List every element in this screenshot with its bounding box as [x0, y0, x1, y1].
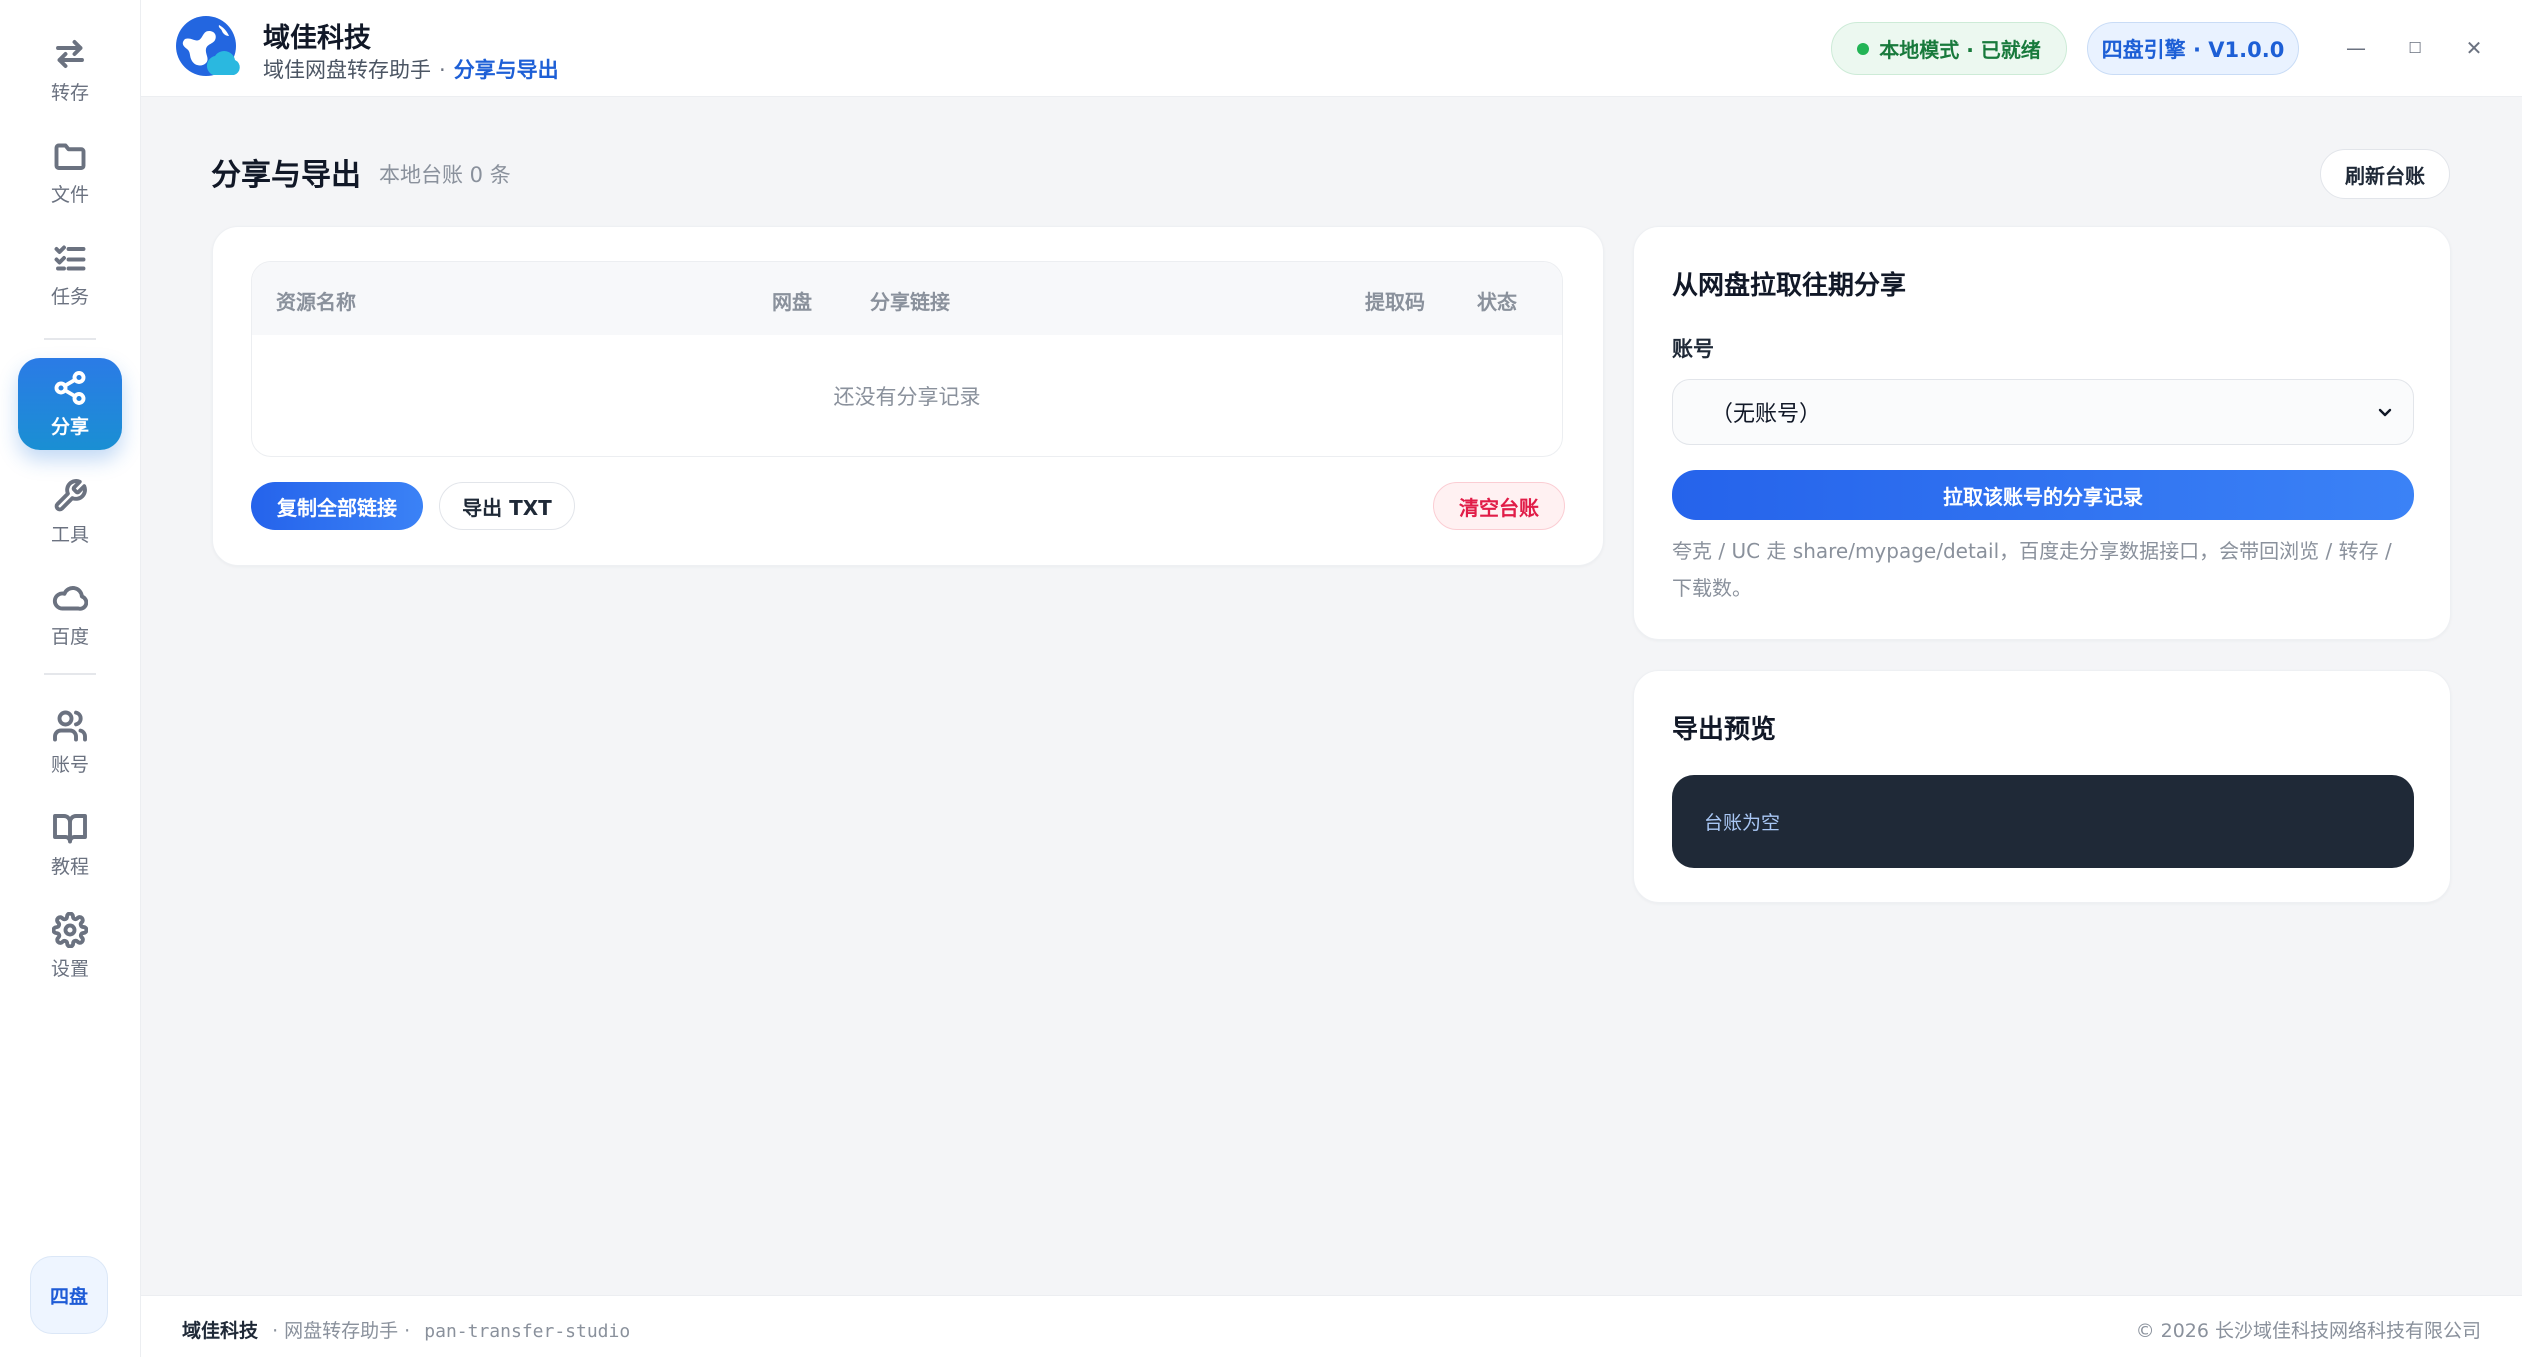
export-preview-card: 导出预览 台账为空	[1633, 670, 2451, 903]
column-header-extract-code[interactable]: 提取码	[1365, 286, 1425, 315]
sidebar-divider	[44, 673, 96, 675]
sidebar-item-tasks[interactable]: 任务	[18, 228, 122, 320]
page-title: 分享与导出	[211, 158, 361, 193]
close-button[interactable]: ✕	[2452, 26, 2496, 70]
sidebar-divider	[44, 338, 96, 340]
clear-ledger-button[interactable]: 清空台账	[1433, 482, 1565, 530]
breadcrumb: 域佳网盘转存助手 · 分享与导出	[263, 54, 559, 84]
breadcrumb-separator: ·	[439, 58, 446, 82]
globe-cloud-logo-icon	[176, 16, 240, 76]
wrench-icon	[54, 478, 87, 511]
cloud-icon	[52, 585, 88, 611]
users-icon	[53, 710, 87, 741]
sidebar-item-label: 百度	[50, 625, 89, 648]
sidebar: 转存 文件 任务 分享 工具 百度 账号 教程 设置 四盘	[0, 0, 141, 1357]
footer-info: 域佳科技 · 网盘转存助手 · pan-transfer-studio	[182, 1316, 630, 1343]
share-icon	[54, 370, 86, 405]
status-dot-icon	[1857, 42, 1870, 55]
sidebar-item-baidu[interactable]: 百度	[18, 568, 122, 660]
export-preview-box: 台账为空	[1672, 775, 2414, 868]
sidebar-item-label: 任务	[50, 285, 89, 308]
transfer-icon	[56, 39, 84, 68]
footer-code: pan-transfer-studio	[424, 1321, 631, 1342]
breadcrumb-current: 分享与导出	[453, 58, 559, 82]
sidebar-item-accounts[interactable]: 账号	[18, 696, 122, 788]
export-preview-content: 台账为空	[1704, 812, 1781, 834]
sidebar-item-tools[interactable]: 工具	[18, 466, 122, 558]
minimize-button[interactable]: —	[2334, 26, 2378, 70]
gear-icon	[52, 911, 88, 948]
table-empty-state: 还没有分享记录	[833, 385, 981, 409]
sidebar-item-share[interactable]: 分享	[18, 358, 122, 450]
sidebar-item-label: 设置	[50, 957, 89, 980]
table-header: 资源名称 网盘 分享链接 提取码 状态	[252, 262, 1562, 335]
footer-brand: 域佳科技	[182, 1320, 259, 1342]
chevron-down-icon	[2378, 408, 2392, 417]
ledger-table: 资源名称 网盘 分享链接 提取码 状态 还没有分享记录	[251, 261, 1563, 457]
export-preview-title: 导出预览	[1672, 715, 1777, 745]
book-icon	[53, 813, 87, 843]
engine-chip[interactable]: 四盘	[30, 1256, 108, 1334]
page-subtitle: 本地台账 0 条	[379, 163, 511, 187]
account-select[interactable]: （无账号）	[1672, 379, 2414, 445]
sidebar-item-transfer[interactable]: 转存	[18, 24, 122, 116]
pull-shares-title: 从网盘拉取往期分享	[1672, 271, 1907, 301]
sidebar-item-label: 账号	[50, 753, 89, 776]
pull-shares-hint: 夸克 / UC 走 share/mypage/detail，百度走分享数据接口，…	[1672, 539, 2392, 600]
sidebar-item-label: 转存	[50, 81, 89, 104]
status-badge: 本地模式 · 已就绪	[1831, 22, 2067, 75]
export-txt-button[interactable]: 导出 TXT	[439, 482, 575, 530]
status-text: 本地模式 · 已就绪	[1879, 38, 2041, 62]
footer: 域佳科技 · 网盘转存助手 · pan-transfer-studio © 20…	[141, 1295, 2522, 1357]
app-window: 转存 文件 任务 分享 工具 百度 账号 教程 设置 四盘 域佳科技 域佳网盘转…	[0, 0, 2522, 1357]
account-select-value: （无账号）	[1711, 402, 1822, 427]
task-list-icon	[54, 245, 86, 270]
sidebar-item-label: 教程	[50, 855, 89, 878]
refresh-ledger-button[interactable]: 刷新台账	[2320, 149, 2450, 199]
breadcrumb-root[interactable]: 域佳网盘转存助手	[263, 58, 431, 82]
column-header-share-link[interactable]: 分享链接	[870, 286, 950, 315]
version-badge: 四盘引擎 · V1.0.0	[2087, 22, 2299, 75]
folder-icon	[54, 143, 86, 170]
sidebar-item-label: 工具	[50, 523, 89, 546]
sidebar-item-settings[interactable]: 设置	[18, 900, 122, 992]
app-title: 域佳科技	[263, 23, 371, 54]
sidebar-item-tutorial[interactable]: 教程	[18, 798, 122, 890]
copy-all-links-button[interactable]: 复制全部链接	[251, 482, 423, 530]
sidebar-item-label: 文件	[50, 183, 89, 206]
column-header-status[interactable]: 状态	[1477, 286, 1517, 315]
pull-shares-button[interactable]: 拉取该账号的分享记录	[1672, 470, 2414, 520]
footer-product: · 网盘转存助手 ·	[272, 1320, 411, 1342]
column-header-resource-name[interactable]: 资源名称	[276, 286, 356, 315]
column-header-drive[interactable]: 网盘	[772, 286, 812, 315]
maximize-button[interactable]: ☐	[2393, 26, 2437, 70]
sidebar-item-label: 分享	[50, 415, 89, 438]
footer-copyright: © 2026 长沙域佳科技网络科技有限公司	[2135, 1320, 2481, 1342]
pull-shares-card: 从网盘拉取往期分享 账号 （无账号） 拉取该账号的分享记录 夸克 / UC 走 …	[1633, 226, 2451, 640]
ledger-card: 资源名称 网盘 分享链接 提取码 状态 还没有分享记录 复制全部链接 导出 TX…	[212, 226, 1604, 566]
sidebar-item-files[interactable]: 文件	[18, 126, 122, 218]
titlebar: 域佳科技 域佳网盘转存助手 · 分享与导出 本地模式 · 已就绪 四盘引擎 · V1…	[141, 0, 2522, 97]
account-label: 账号	[1672, 337, 1714, 361]
